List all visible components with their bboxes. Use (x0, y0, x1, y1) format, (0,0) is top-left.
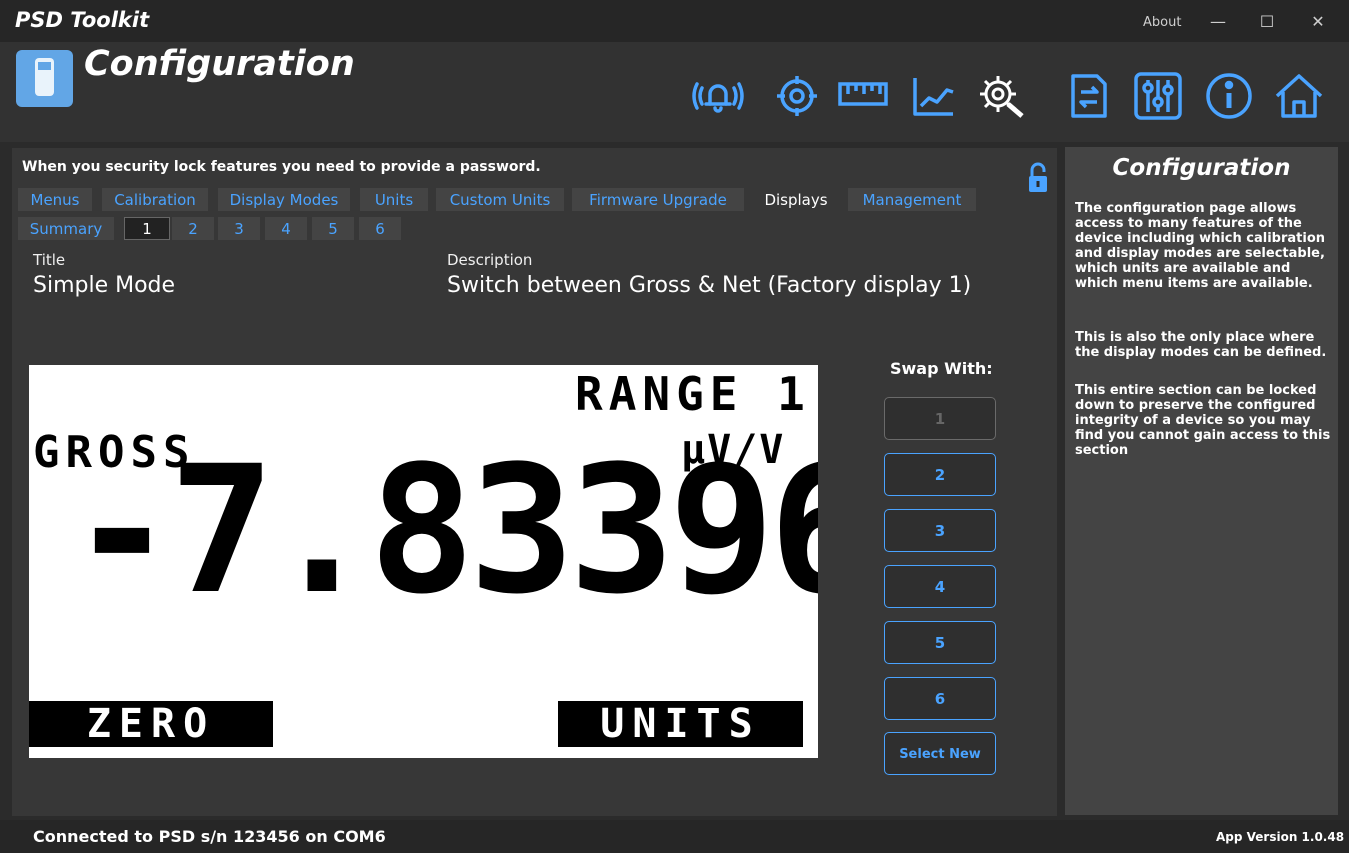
description-value[interactable]: Switch between Gross & Net (Factory disp… (447, 273, 971, 298)
tab-management[interactable]: Management (848, 188, 976, 211)
subtab-1[interactable]: 1 (124, 217, 170, 240)
help-paragraph: This is also the only place where the di… (1075, 330, 1327, 360)
device-logo-icon (16, 50, 73, 107)
minimize-button[interactable]: — (1203, 10, 1233, 34)
unlock-icon[interactable] (1027, 162, 1049, 194)
tab-custom-units[interactable]: Custom Units (436, 188, 564, 211)
tab-calibration[interactable]: Calibration (102, 188, 208, 211)
help-title: Configuration (1112, 155, 1291, 181)
lcd-range-label: RANGE 1 (575, 367, 811, 421)
sliders-icon[interactable] (1132, 70, 1184, 122)
close-button[interactable]: ✕ (1303, 10, 1333, 34)
swap-button-1[interactable]: 1 (884, 397, 996, 440)
lcd-units-softkey: UNITS (558, 701, 803, 747)
lcd-preview: RANGE 1 GROSS µV/V -7.833965 ZERO UNITS (29, 365, 818, 758)
title-value[interactable]: Simple Mode (33, 273, 175, 298)
lock-message: When you security lock features you need… (22, 159, 541, 175)
help-paragraph: The configuration page allows access to … (1075, 201, 1326, 291)
help-paragraph: This entire section can be locked down t… (1075, 383, 1331, 458)
transfer-icon[interactable] (1063, 70, 1115, 122)
tab-displays[interactable]: Displays (752, 188, 840, 211)
target-icon[interactable] (771, 70, 823, 122)
swap-button-4[interactable]: 4 (884, 565, 996, 608)
lcd-zero-softkey: ZERO (29, 701, 273, 747)
subtab-summary[interactable]: Summary (18, 217, 114, 240)
page-title: Configuration (84, 44, 355, 84)
settings-icon[interactable] (976, 70, 1028, 122)
app-version: App Version 1.0.48 (1216, 830, 1345, 844)
title-label: Title (33, 251, 66, 269)
tab-display-modes[interactable]: Display Modes (218, 188, 350, 211)
alarm-icon[interactable] (692, 70, 744, 122)
subtab-6[interactable]: 6 (359, 217, 401, 240)
select-new-button[interactable]: Select New (884, 732, 996, 775)
tab-menus[interactable]: Menus (18, 188, 92, 211)
about-button[interactable]: About (1143, 15, 1181, 30)
connection-status: Connected to PSD s/n 123456 on COM6 (33, 827, 386, 846)
tab-units[interactable]: Units (360, 188, 428, 211)
swap-button-3[interactable]: 3 (884, 509, 996, 552)
swap-button-6[interactable]: 6 (884, 677, 996, 720)
swap-label: Swap With: (890, 359, 993, 378)
chart-icon[interactable] (907, 70, 959, 122)
subtab-5[interactable]: 5 (312, 217, 354, 240)
subtab-3[interactable]: 3 (218, 217, 260, 240)
subtab-2[interactable]: 2 (172, 217, 214, 240)
tab-firmware-upgrade[interactable]: Firmware Upgrade (572, 188, 744, 211)
maximize-button[interactable]: ☐ (1252, 10, 1282, 34)
lcd-reading: -7.833965 (69, 428, 818, 633)
description-label: Description (447, 251, 533, 269)
info-icon[interactable] (1203, 70, 1255, 122)
app-title: PSD Toolkit (15, 8, 150, 32)
subtab-4[interactable]: 4 (265, 217, 307, 240)
swap-button-2[interactable]: 2 (884, 453, 996, 496)
ruler-icon[interactable] (837, 70, 889, 122)
home-icon[interactable] (1273, 70, 1325, 122)
swap-button-5[interactable]: 5 (884, 621, 996, 664)
